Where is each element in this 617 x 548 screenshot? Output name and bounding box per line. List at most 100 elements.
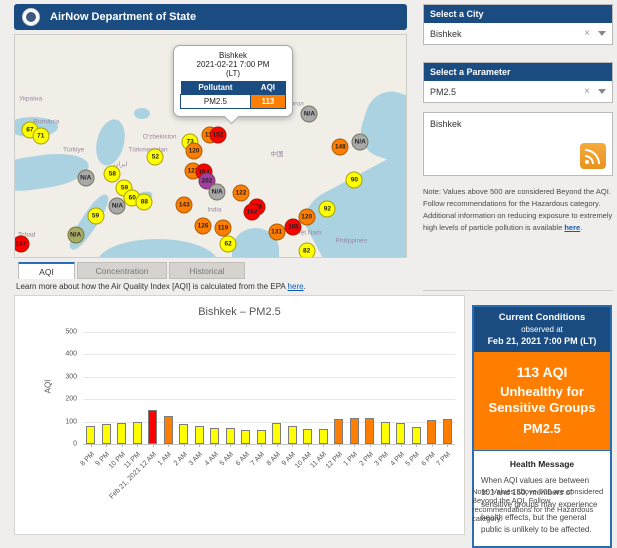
popup-table: Pollutant AQI PM2.5 113 [180, 81, 287, 109]
chart-gridline [83, 332, 455, 333]
current-conditions-title: Current Conditions [498, 312, 586, 323]
popup-city: Bishkek [218, 51, 247, 60]
chart-y-tick-label: 500 [65, 328, 77, 336]
chevron-down-icon[interactable] [598, 31, 606, 36]
city-select[interactable]: Bishkek × [424, 23, 612, 44]
aqi-marker[interactable]: 82 [298, 242, 316, 257]
popup-col-aqi: AQI [250, 81, 286, 95]
aqi-marker[interactable]: 58 [103, 165, 121, 183]
chart-x-tick [338, 444, 340, 447]
aqi-parameter: PM2.5 [523, 420, 561, 436]
app-header: AirNow Department of State [14, 4, 407, 30]
chart-bar [148, 410, 158, 444]
aqi-map[interactable]: Україна România Türkiye O'zbekiston Türkmeni… [14, 34, 407, 258]
chart-x-tick [168, 444, 170, 447]
aqi-category: Unhealthy for Sensitive Groups [488, 384, 596, 416]
chart-bar [411, 426, 421, 444]
map-water-arabian-sea [97, 239, 219, 257]
aqi-value: 113 AQI [516, 364, 568, 380]
bottom-note-text: Note: Values above 500 are considered Be… [472, 487, 604, 523]
chart-bar [132, 421, 142, 444]
city-select-box: Select a City Bishkek × [423, 4, 613, 45]
aqi-marker[interactable]: 90 [345, 171, 363, 189]
map-place-label: O'zbekiston [142, 133, 177, 141]
map-popup[interactable]: Bishkek 2021-02-21 7:00 PM (LT) Pollutan… [173, 45, 293, 117]
learn-more-period: . [303, 282, 306, 291]
chart-gridline [83, 354, 455, 356]
chart-bar [442, 418, 452, 444]
rss-feed-box: Bishkek [423, 112, 613, 176]
current-conditions-header: Current Conditions observed at Feb 21, 2… [474, 307, 610, 352]
tab-concentration[interactable]: Concentration [77, 262, 167, 279]
chart-bar [318, 429, 328, 444]
tab-historical[interactable]: Historical [169, 262, 245, 279]
chart-x-tick [385, 444, 387, 447]
aqi-marker[interactable]: 120 [185, 142, 203, 160]
chart-bar [396, 423, 406, 444]
aqi-marker[interactable]: 62 [219, 235, 237, 253]
chart-x-tick [137, 444, 139, 447]
chart-x-tick [292, 444, 294, 447]
aqi-marker[interactable]: 152 [209, 126, 227, 144]
aqi-status-block: 113 AQI Unhealthy for Sensitive Groups P… [474, 352, 610, 450]
clear-parameter-icon[interactable]: × [584, 86, 590, 97]
chart-gridline [83, 376, 455, 378]
aqi-marker[interactable]: 126 [194, 217, 212, 235]
parameter-select-header: Select a Parameter [424, 63, 612, 81]
chart-bar [334, 419, 344, 444]
chart-bar [117, 422, 127, 444]
aqi-marker[interactable]: 122 [232, 184, 250, 202]
chart-bar [272, 422, 282, 444]
clear-city-icon[interactable]: × [584, 28, 590, 39]
chart-x-tick [323, 444, 325, 447]
chart-bar [179, 424, 189, 444]
aqi-marker[interactable]: 143 [175, 196, 193, 214]
aqi-marker[interactable]: 92 [318, 200, 336, 218]
chart-x-tick [276, 444, 278, 447]
chart-bar [380, 421, 390, 444]
aqi-marker[interactable]: 157 [15, 235, 30, 253]
chart-bar [194, 425, 204, 444]
aqi-marker[interactable]: 71 [32, 127, 50, 145]
parameter-select[interactable]: PM2.5 × [424, 81, 612, 102]
aqi-marker[interactable]: 52 [146, 148, 164, 166]
aqi-marker[interactable]: 131 [268, 223, 286, 241]
chart-x-tick [369, 444, 371, 447]
map-water-sea-of-japan [354, 84, 406, 168]
aqi-marker[interactable]: N/A [108, 197, 126, 215]
right-column-divider [423, 290, 613, 291]
aqi-marker[interactable]: 162 [243, 203, 261, 221]
chart-bar [163, 415, 173, 444]
tab-aqi[interactable]: AQI [18, 262, 75, 279]
chart-x-tick [106, 444, 108, 447]
chevron-down-icon[interactable] [598, 89, 606, 94]
chart-bar [349, 417, 359, 444]
aqi-marker[interactable]: N/A [208, 183, 226, 201]
map-water-aral [134, 108, 150, 120]
chart-title: Bishkek – PM2.5 [198, 306, 281, 318]
aqi-marker[interactable]: 59 [87, 207, 105, 225]
dos-seal-logo [22, 8, 40, 26]
epa-here-link[interactable]: here [288, 282, 304, 291]
note-here-link[interactable]: here [564, 223, 580, 232]
aqi-marker[interactable]: N/A [300, 105, 318, 123]
chart-x-tick [245, 444, 247, 447]
chart-x-tick [214, 444, 216, 447]
aqi-marker[interactable]: 119 [214, 219, 232, 237]
chart-bar [86, 425, 96, 444]
chart-bar [287, 425, 297, 444]
aqi-marker[interactable]: 148 [331, 138, 349, 156]
aqi-marker[interactable]: N/A [77, 169, 95, 187]
parameter-select-box: Select a Parameter PM2.5 × [423, 62, 613, 103]
aqi-marker[interactable]: N/A [67, 226, 85, 244]
aqi-marker[interactable]: N/A [351, 133, 369, 151]
chart-y-tick-label: 100 [65, 418, 77, 426]
aqi-marker[interactable]: 165 [284, 218, 302, 236]
chart-x-tick [447, 444, 449, 447]
rss-icon[interactable] [580, 143, 606, 169]
aqi-marker[interactable]: 88 [135, 193, 153, 211]
chart-bar [427, 420, 437, 444]
aqi-note-text: Note: Values above 500 are considered Be… [423, 186, 613, 234]
note-body: Note: Values above 500 are considered Be… [423, 187, 613, 232]
rss-city-label: Bishkek [430, 119, 462, 129]
